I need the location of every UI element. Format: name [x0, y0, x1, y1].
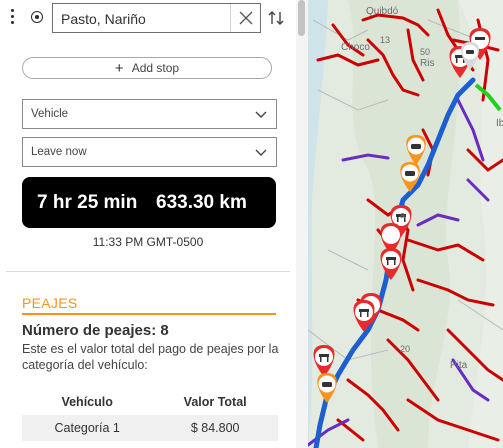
swap-stops-icon[interactable] [266, 8, 286, 28]
origin-point-icon [31, 11, 43, 23]
map-label-ris: Ris [420, 58, 435, 69]
map-label-road-50: 50 [420, 47, 431, 57]
departure-time-select[interactable]: Leave now [22, 137, 277, 167]
add-stop-button[interactable]: + Add stop [22, 57, 272, 79]
table-row: Categoría 1 $ 84.800 [22, 415, 278, 441]
vehicle-select[interactable]: Vehicle [22, 99, 277, 129]
directions-panel: Pasto, Nariño + Add stop Vehicle Leave no… [0, 0, 308, 448]
map-label-road-20: 20 [400, 344, 411, 354]
map-label-ib: Ib [496, 118, 503, 129]
toll-count: Número de peajes: 8 [22, 322, 169, 339]
vehicle-select-value: Vehicle [31, 108, 69, 120]
tolls-title-underline [22, 313, 276, 315]
toll-total-value: $ 84.800 [152, 415, 278, 441]
arrival-time: 11:33 PM GMT-0500 [92, 235, 204, 249]
chevron-down-icon [255, 149, 267, 156]
route-map[interactable]: Quibdó Choco 13 50 Ris Ib a 20 Pita [308, 0, 503, 448]
map-label-quibdo: Quibdó [366, 6, 399, 17]
map-label-choco: Choco [341, 42, 370, 53]
section-divider [6, 271, 290, 272]
drag-handle-icon[interactable] [10, 9, 16, 29]
map-label-a: a [400, 210, 406, 220]
close-icon [239, 11, 253, 25]
panel-scrollbar[interactable] [296, 0, 308, 448]
toll-table-header: Vehículo Valor Total [22, 389, 278, 415]
plus-icon: + [114, 60, 124, 77]
departure-time-value: Leave now [31, 146, 87, 158]
column-header-vehicle: Vehículo [61, 395, 113, 409]
origin-input[interactable]: Pasto, Nariño [52, 3, 261, 33]
tolls-section-title: PEAJES [22, 295, 78, 311]
route-summary: 7 hr 25 min 633.30 km [22, 177, 276, 228]
add-stop-label: Add stop [131, 61, 180, 75]
column-header-total: Valor Total [183, 395, 247, 409]
toll-vehicle-category: Categoría 1 [22, 415, 153, 441]
clear-origin-button[interactable] [230, 4, 260, 32]
map-canvas[interactable] [308, 0, 503, 448]
map-label-pita: Pita [450, 360, 468, 371]
origin-input-value[interactable]: Pasto, Nariño [61, 11, 146, 27]
chevron-down-icon [255, 111, 267, 118]
panel-scrollbar-thumb[interactable] [298, 0, 305, 36]
route-distance: 633.30 km [156, 192, 247, 213]
toll-description: Este es el valor total del pago de peaje… [22, 342, 279, 372]
map-label-road-13: 13 [380, 35, 391, 45]
route-duration: 7 hr 25 min [37, 192, 138, 213]
toll-table: Vehículo Valor Total Categoría 1 $ 84.80… [22, 389, 278, 441]
